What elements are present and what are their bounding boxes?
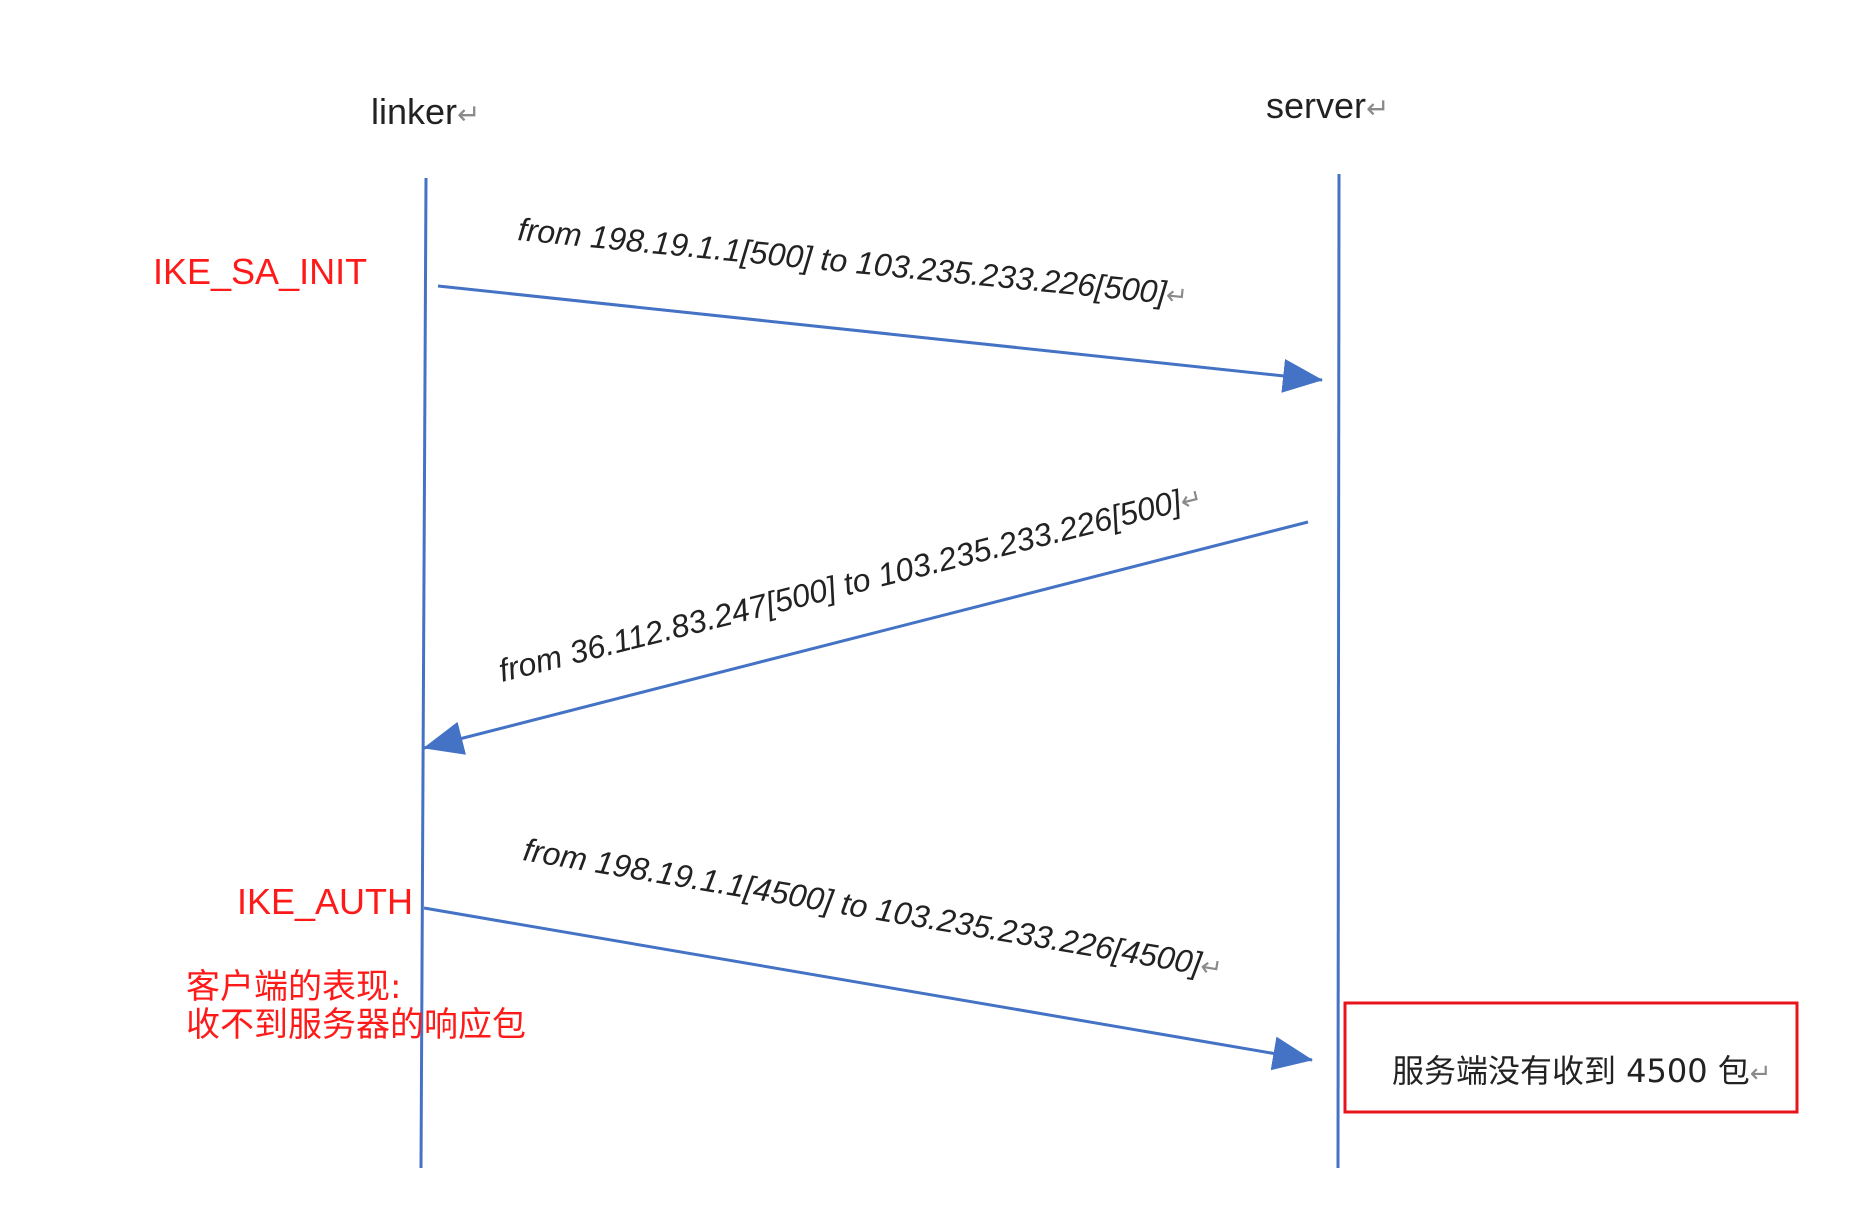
- message-arrow-3: [423, 906, 1313, 1071]
- message-arrow-1: [437, 284, 1323, 393]
- client-note-line-2: 收不到服务器的响应包: [186, 1005, 526, 1045]
- return-mark-icon: ↵: [1366, 92, 1389, 125]
- lifeline-server: [1336, 173, 1341, 1169]
- return-mark-icon: ↵: [457, 98, 480, 131]
- message-label-3: from 198.19.1.1[4500] to 103.235.233.226…: [521, 831, 1226, 985]
- phase-label-ike-auth: IKE_AUTH: [237, 881, 413, 922]
- actor-server-label: server↵: [1266, 85, 1390, 126]
- message-label-1: from 198.19.1.1[500] to 103.235.233.226[…: [516, 211, 1189, 312]
- message-label-2: from 36.112.83.247[500] to 103.235.233.2…: [495, 477, 1206, 688]
- phase-label-ike-sa-init: IKE_SA_INIT: [153, 251, 367, 292]
- return-mark-icon: ↵: [1198, 952, 1224, 985]
- return-mark-icon: ↵: [1750, 1059, 1772, 1089]
- sequence-diagram: linker↵ server↵ from 198.19.1.1[500] to …: [153, 85, 1799, 1169]
- message-arrow-2: [423, 520, 1309, 755]
- return-mark-icon: ↵: [1164, 281, 1189, 313]
- client-note-line-1: 客户端的表现:: [186, 967, 401, 1007]
- server-note-label: 服务端没有收到 4500 包↵: [1392, 1052, 1772, 1090]
- actor-client-label: linker↵: [371, 91, 481, 132]
